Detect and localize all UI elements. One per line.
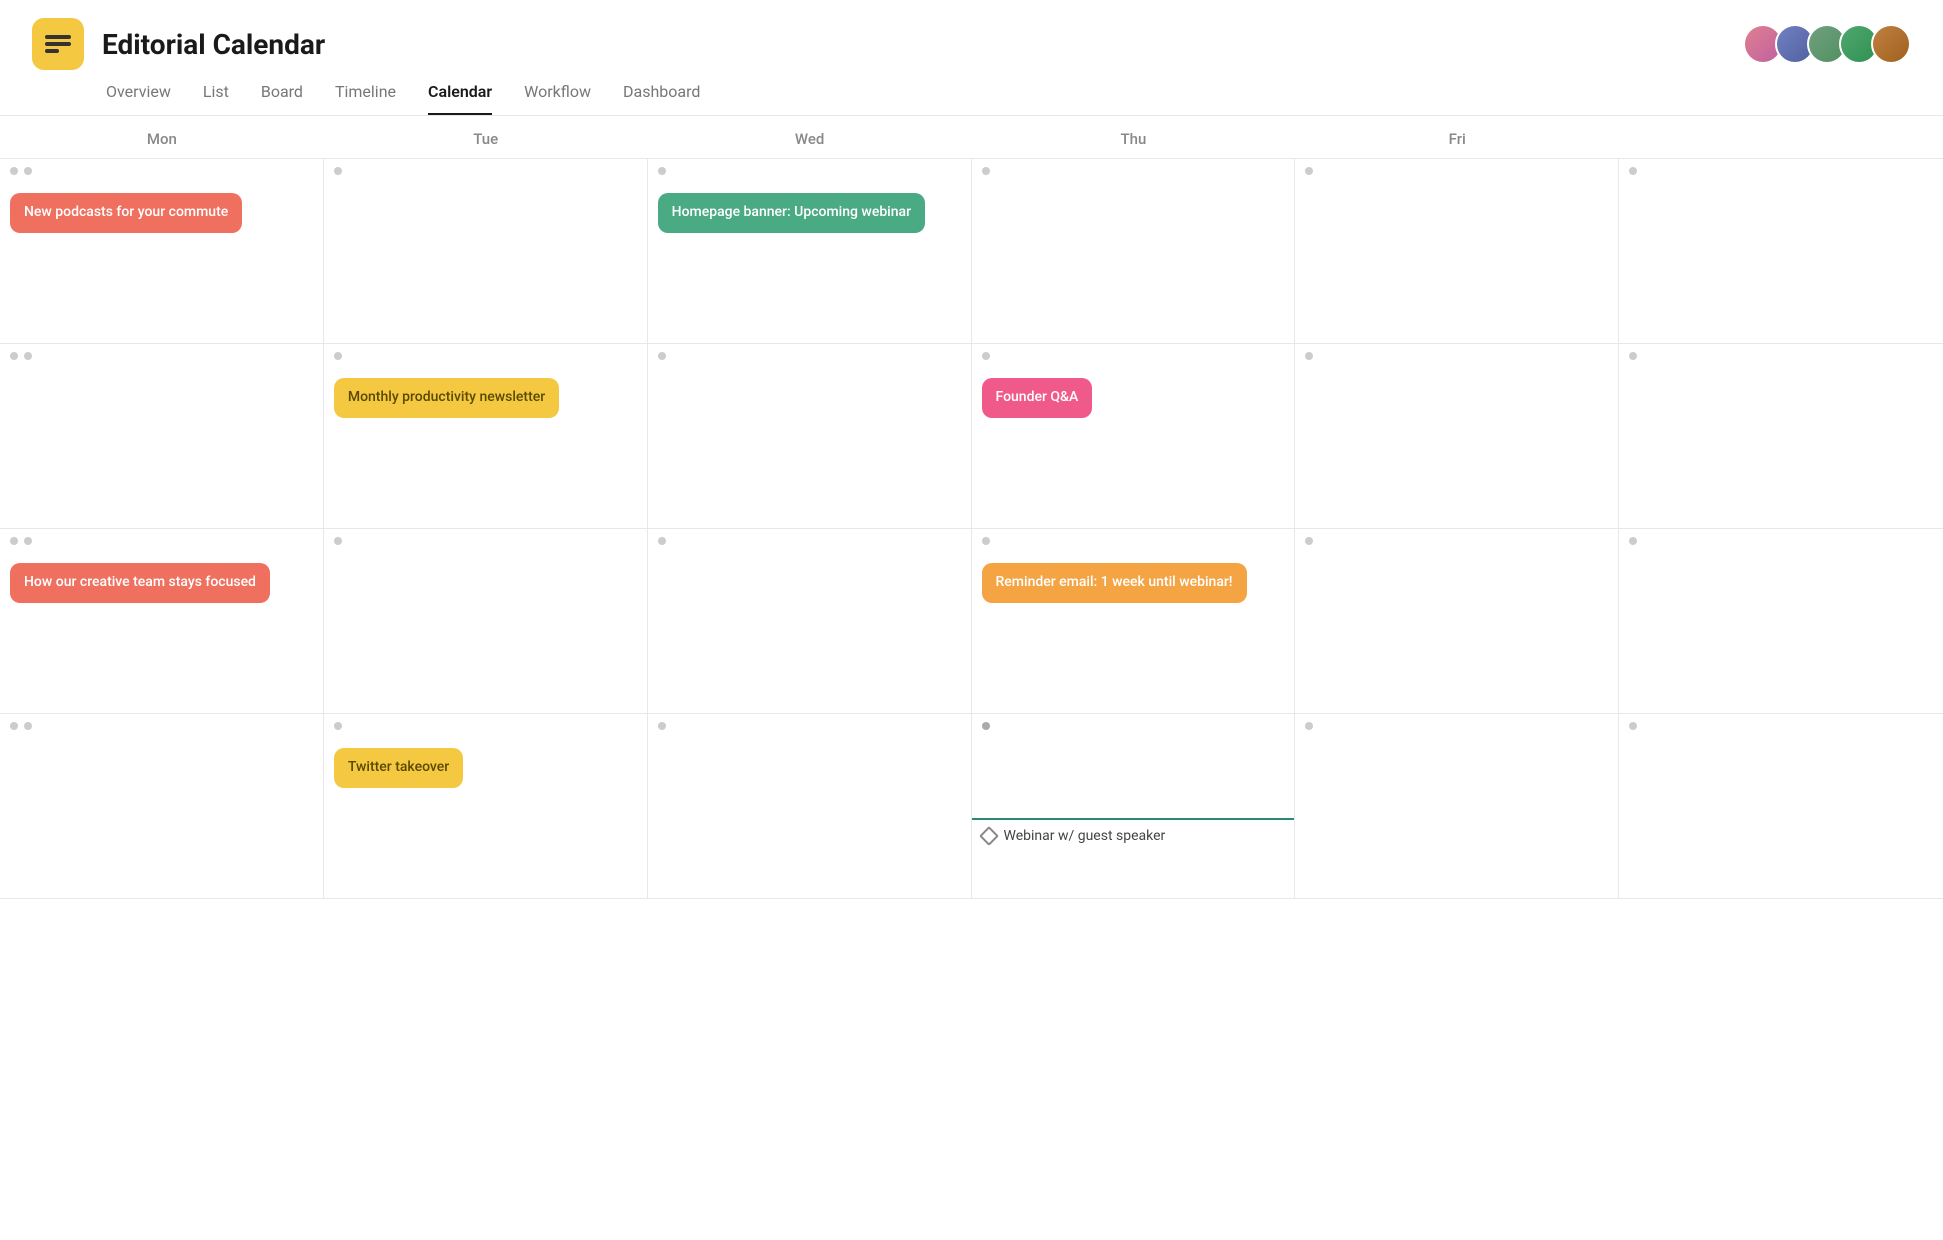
cell-row4-mon [0, 714, 324, 899]
event-founder-qa[interactable]: Founder Q&A [982, 378, 1093, 418]
avatar-group [1743, 24, 1911, 64]
event-reminder-email[interactable]: Reminder email: 1 week until webinar! [982, 563, 1247, 603]
nav-item-dashboard[interactable]: Dashboard [623, 82, 700, 115]
cell-row2-wed [648, 344, 972, 529]
avatar [1871, 24, 1911, 64]
diamond-icon [979, 826, 999, 846]
event-monthly-newsletter[interactable]: Monthly productivity newsletter [334, 378, 559, 418]
nav-item-list[interactable]: List [203, 82, 229, 115]
cell-row3-fri [1295, 529, 1619, 714]
cell-dot [10, 537, 18, 545]
event-twitter-takeover[interactable]: Twitter takeover [334, 748, 463, 788]
cell-dot [658, 537, 666, 545]
cell-row2-mon [0, 344, 324, 529]
cell-dot [334, 537, 342, 545]
cell-dot [24, 167, 32, 175]
day-header-fri: Fri [1295, 116, 1619, 158]
navigation: Overview List Board Timeline Calendar Wo… [0, 70, 1943, 116]
header: Editorial Calendar [0, 0, 1943, 70]
cell-dot [982, 537, 990, 545]
cell-dot [24, 537, 32, 545]
nav-item-overview[interactable]: Overview [106, 82, 171, 115]
day-header-thu: Thu [972, 116, 1296, 158]
cell-dot [1629, 722, 1637, 730]
cell-dot [982, 352, 990, 360]
cell-row2-extra [1619, 344, 1943, 529]
cell-row1-wed: Homepage banner: Upcoming webinar [648, 159, 972, 344]
cell-row2-fri [1295, 344, 1619, 529]
webinar-label: Webinar w/ guest speaker [1004, 828, 1166, 844]
cell-dot [10, 722, 18, 730]
cell-dot [24, 352, 32, 360]
app-title: Editorial Calendar [102, 28, 325, 61]
cell-dot [658, 167, 666, 175]
cell-dot [24, 722, 32, 730]
cell-dot [982, 722, 990, 730]
cell-dot [10, 352, 18, 360]
cell-dot [1305, 537, 1313, 545]
cell-row3-mon: How our creative team stays focused [0, 529, 324, 714]
nav-item-calendar[interactable]: Calendar [428, 82, 492, 115]
cell-dot [1305, 352, 1313, 360]
nav-item-workflow[interactable]: Workflow [524, 82, 591, 115]
cell-dot [10, 167, 18, 175]
cell-row2-thu: Founder Q&A [972, 344, 1296, 529]
nav-item-board[interactable]: Board [261, 82, 303, 115]
cell-row1-extra [1619, 159, 1943, 344]
day-header-extra [1619, 116, 1943, 158]
cell-dot [1305, 167, 1313, 175]
cell-row4-tue: Twitter takeover [324, 714, 648, 899]
cell-row2-tue: Monthly productivity newsletter [324, 344, 648, 529]
event-creative-team[interactable]: How our creative team stays focused [10, 563, 270, 603]
cell-row4-thu: Webinar w/ guest speaker [972, 714, 1296, 899]
cell-row1-tue [324, 159, 648, 344]
cell-dot [334, 352, 342, 360]
calendar-body: New podcasts for your commute Homepage b… [0, 159, 1943, 899]
nav-item-timeline[interactable]: Timeline [335, 82, 396, 115]
cell-row3-tue [324, 529, 648, 714]
cell-dot [1305, 722, 1313, 730]
cell-row3-wed [648, 529, 972, 714]
header-left: Editorial Calendar [32, 18, 325, 70]
cell-row3-extra [1619, 529, 1943, 714]
cell-row1-fri [1295, 159, 1619, 344]
cell-dot [1629, 537, 1637, 545]
calendar: Mon Tue Wed Thu Fri New podcasts for you… [0, 116, 1943, 899]
cell-row4-fri [1295, 714, 1619, 899]
cell-row1-mon: New podcasts for your commute [0, 159, 324, 344]
cell-dot [334, 167, 342, 175]
day-header-mon: Mon [0, 116, 324, 158]
cell-dot [1629, 167, 1637, 175]
cell-dot [658, 722, 666, 730]
cell-dot [982, 167, 990, 175]
event-homepage-banner[interactable]: Homepage banner: Upcoming webinar [658, 193, 925, 233]
cell-dot [334, 722, 342, 730]
cell-row4-wed [648, 714, 972, 899]
app-icon [32, 18, 84, 70]
cell-dot [658, 352, 666, 360]
day-header-wed: Wed [648, 116, 972, 158]
cell-row4-extra [1619, 714, 1943, 899]
cell-row3-thu: Reminder email: 1 week until webinar! [972, 529, 1296, 714]
calendar-day-headers: Mon Tue Wed Thu Fri [0, 116, 1943, 159]
webinar-event[interactable]: Webinar w/ guest speaker [972, 818, 1295, 852]
cell-row1-thu [972, 159, 1296, 344]
event-new-podcasts[interactable]: New podcasts for your commute [10, 193, 242, 233]
cell-dot [1629, 352, 1637, 360]
day-header-tue: Tue [324, 116, 648, 158]
